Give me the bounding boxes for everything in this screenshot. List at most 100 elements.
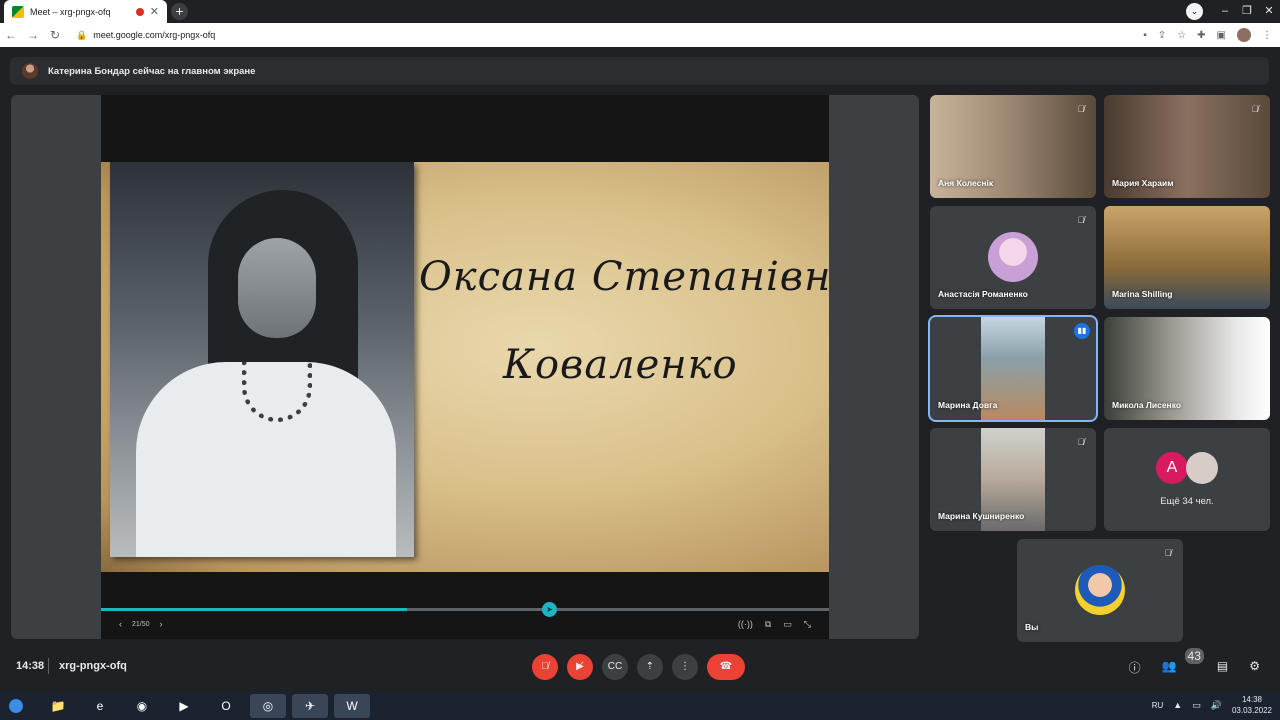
minimize-icon[interactable]: –: [1214, 0, 1236, 23]
participant-tile[interactable]: 🎙̸ Мария Хараим: [1104, 95, 1270, 198]
participant-tile[interactable]: 🎙̸ Аня Колеснік: [930, 95, 1096, 198]
address-bar: ← → ↻ 🔒 meet.google.com/xrg-pngx-ofq ▪ ⇪…: [0, 23, 1280, 47]
participant-name: Микола Лисенко: [1112, 400, 1182, 410]
captions-button[interactable]: CC: [602, 654, 628, 680]
camera-off-button[interactable]: ▶̸: [567, 654, 593, 680]
meet-favicon-icon: [12, 5, 24, 18]
next-slide-icon[interactable]: ›: [160, 619, 163, 629]
mic-off-icon: 🎙̸: [1077, 104, 1085, 114]
file-explorer-icon[interactable]: 📁: [40, 694, 76, 718]
slide-tools: ((·)) ⧉ ▭ ⤡: [738, 619, 811, 630]
back-icon[interactable]: ←: [0, 28, 22, 42]
call-controls: 🎙̸ ▶̸ CC ⇡ ⋮ ☎: [532, 654, 745, 680]
window-controls: – ❐ ✕: [1214, 0, 1280, 23]
participant-tile[interactable]: 🎙̸ Анастасія Романенко: [930, 206, 1096, 309]
reading-list-icon[interactable]: ▣: [1217, 30, 1226, 41]
taskbar-apps: 📁 e ◉ ▶ O ◎ ✈ W: [40, 694, 370, 718]
chat-icon[interactable]: ▤: [1217, 659, 1228, 676]
mic-off-icon: 🎙̸: [1164, 548, 1172, 558]
reload-icon[interactable]: ↻: [44, 28, 66, 42]
participant-tile[interactable]: Marina Shilling: [1104, 206, 1270, 309]
self-tile[interactable]: 🎙̸ Вы: [1017, 539, 1183, 642]
meeting-details-icon[interactable]: ⓘ: [1129, 659, 1141, 676]
start-button-icon[interactable]: [4, 695, 28, 717]
more-participants-label: Ещё 34 чел.: [1160, 496, 1214, 507]
pip-icon[interactable]: ⧉: [765, 619, 771, 630]
slide-progress-bar[interactable]: [101, 608, 829, 611]
participant-name: Marina Shilling: [1112, 289, 1173, 299]
people-icon[interactable]: 👥43: [1162, 648, 1204, 676]
participant-tile[interactable]: 🎙̸ Марина Кушниренко: [930, 428, 1096, 531]
omnibox[interactable]: 🔒 meet.google.com/xrg-pngx-ofq: [72, 26, 1102, 44]
slide: Оксана Степанівна Коваленко: [101, 162, 829, 572]
bookmark-star-icon[interactable]: ☆: [1177, 30, 1186, 41]
prev-slide-icon[interactable]: ‹: [119, 619, 122, 629]
chrome-icon[interactable]: ◎: [250, 694, 286, 718]
browser-tab[interactable]: Meet – xrg-pngx-ofq ✕: [4, 0, 167, 23]
clock-date: 03.03.2022: [1231, 706, 1272, 715]
shared-screen[interactable]: Оксана Степанівна Коваленко ➤ ‹ 21/50 › …: [101, 95, 829, 639]
profile-avatar[interactable]: [1237, 28, 1251, 42]
browser-tabstrip: Meet – xrg-pngx-ofq ✕ + ⌄ – ❐ ✕: [0, 0, 1280, 23]
new-tab-button[interactable]: +: [171, 3, 188, 20]
meet-control-bar: 14:38 xrg-pngx-ofq 🎙̸ ▶̸ CC ⇡ ⋮ ☎ ⓘ 👥43 …: [0, 646, 1280, 692]
participant-name: Анастасія Романенко: [938, 289, 1028, 299]
main-stage: Оксана Степанівна Коваленко ➤ ‹ 21/50 › …: [11, 95, 919, 639]
mic-off-icon: 🎙̸: [1077, 437, 1085, 447]
photo-face: [238, 238, 316, 338]
recording-dot-icon: [135, 7, 144, 16]
opera-icon[interactable]: O: [208, 694, 244, 718]
lock-icon[interactable]: 🔒: [76, 30, 87, 41]
participant-name: Марина Довга: [938, 400, 998, 410]
audio-icon[interactable]: ((·)): [738, 619, 753, 630]
maximize-icon[interactable]: ❐: [1236, 0, 1258, 23]
tab-close-icon[interactable]: ✕: [150, 5, 159, 18]
hang-up-button[interactable]: ☎: [707, 654, 745, 680]
menu-kebab-icon[interactable]: ⋮: [1262, 30, 1272, 41]
extensions-icon[interactable]: ✚: [1197, 30, 1205, 41]
slide-title-line1: Оксана Степанівна: [419, 254, 829, 300]
slide-title-line2: Коваленко: [503, 342, 738, 388]
captions-icon[interactable]: ▭: [783, 619, 792, 630]
volume-icon[interactable]: 🔊: [1211, 700, 1222, 711]
speaking-indicator-icon: ▮▮: [1074, 323, 1090, 339]
participant-tile-active-speaker[interactable]: ▮▮ Марина Довга: [928, 315, 1098, 422]
telegram-icon[interactable]: ✈: [292, 694, 328, 718]
tray-chevron-icon[interactable]: ▲: [1173, 700, 1182, 710]
present-screen-button[interactable]: ⇡: [637, 654, 663, 680]
system-tray: RU ▲ ▭ 🔊 14:38 03.03.2022: [1152, 694, 1272, 716]
self-name: Вы: [1025, 622, 1039, 632]
mic-off-icon: 🎙̸: [1251, 104, 1259, 114]
firefox-icon[interactable]: ◉: [124, 694, 160, 718]
more-options-button[interactable]: ⋮: [672, 654, 698, 680]
meeting-code: xrg-pngx-ofq: [59, 660, 127, 672]
presenter-avatar: [22, 63, 38, 79]
taskbar-clock[interactable]: 14:38 03.03.2022: [1232, 694, 1272, 716]
camera-indicator-icon[interactable]: ▪: [1143, 30, 1147, 41]
url-text[interactable]: meet.google.com/xrg-pngx-ofq: [93, 30, 215, 40]
participant-name: Мария Хараим: [1112, 178, 1174, 188]
mic-off-button[interactable]: 🎙̸: [532, 654, 558, 680]
media-player-icon[interactable]: ▶: [166, 694, 202, 718]
slide-nav: ‹ 21/50 ›: [119, 619, 163, 629]
word-icon[interactable]: W: [334, 694, 370, 718]
input-language[interactable]: RU: [1152, 701, 1164, 710]
internet-explorer-icon[interactable]: e: [82, 694, 118, 718]
network-icon[interactable]: ▭: [1192, 700, 1201, 711]
fullscreen-exit-icon[interactable]: ⤡: [804, 619, 811, 630]
share-icon[interactable]: ⇪: [1158, 30, 1166, 41]
close-window-icon[interactable]: ✕: [1258, 0, 1280, 23]
clock-time: 14:38: [1241, 695, 1262, 704]
mic-off-icon: 🎙̸: [1077, 215, 1085, 225]
tab-title: Meet – xrg-pngx-ofq: [30, 6, 111, 17]
meeting-time: 14:38: [16, 660, 45, 672]
forward-icon[interactable]: →: [22, 28, 44, 42]
activities-icon[interactable]: ⚙: [1249, 659, 1260, 676]
people-count-badge: 43: [1184, 648, 1204, 664]
tab-search-button[interactable]: ⌄: [1186, 3, 1203, 20]
participant-tile[interactable]: Микола Лисенко: [1104, 317, 1270, 420]
cursor-pointer-icon: ➤: [542, 602, 557, 617]
more-avatar-letter: A: [1156, 452, 1188, 484]
more-participants-tile[interactable]: A Ещё 34 чел.: [1104, 428, 1270, 531]
presenting-banner: Катерина Бондар сейчас на главном экране: [10, 57, 1269, 85]
